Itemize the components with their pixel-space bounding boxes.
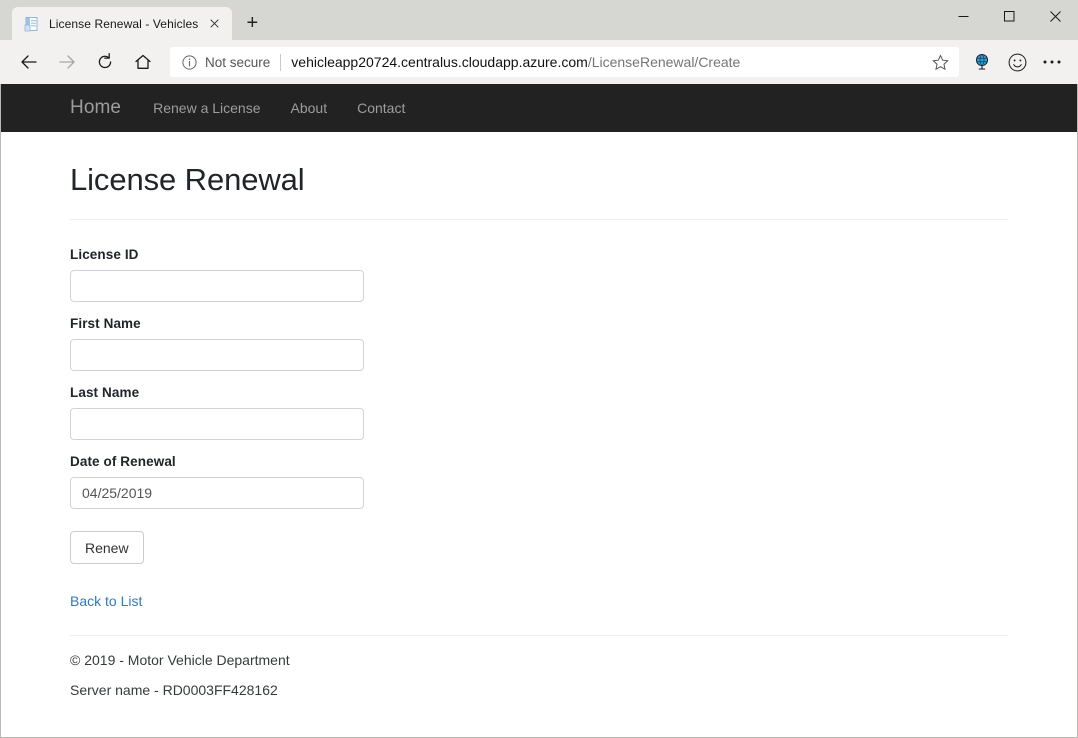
home-icon[interactable] [126,45,160,79]
tab-strip: License Renewal - Vehicles + [0,0,267,40]
page-title: License Renewal [70,162,1008,198]
footer-server-name: Server name - RD0003FF428162 [70,682,1008,698]
url-host: vehicleapp20724.centralus.cloudapp.azure… [291,54,588,70]
page-content: License Renewal License ID First Name La… [1,162,1077,698]
form-group-first-name: First Name [70,316,1008,371]
title-divider [70,219,1008,220]
sidebar-item-home[interactable]: Home [70,97,121,119]
security-status-label: Not secure [205,55,270,70]
date-of-renewal-input[interactable] [70,477,364,509]
close-icon[interactable] [204,14,224,34]
document-icon [24,16,40,32]
nav-link-renew-a-license[interactable]: Renew a License [153,100,260,116]
tab-title: License Renewal - Vehicles [49,17,198,31]
last-name-input[interactable] [70,408,364,440]
site-footer: © 2019 - Motor Vehicle Department Server… [70,636,1008,698]
browser-tab[interactable]: License Renewal - Vehicles [12,7,232,40]
forward-arrow-icon [50,45,84,79]
label-last-name: Last Name [70,385,1008,400]
omnibox-separator [280,54,281,71]
nav-link-contact[interactable]: Contact [357,100,405,116]
smiley-icon[interactable] [1001,46,1033,78]
star-icon[interactable] [925,48,955,76]
back-to-list-link[interactable]: Back to List [70,593,142,609]
browser-toolbar: Not secure vehicleapp20724.centralus.clo… [0,40,1078,84]
url-path: /LicenseRenewal/Create [588,54,741,70]
label-first-name: First Name [70,316,1008,331]
address-bar[interactable]: Not secure vehicleapp20724.centralus.clo… [170,47,959,77]
new-tab-button[interactable]: + [237,8,267,38]
globe-icon[interactable] [966,46,998,78]
maximize-icon[interactable] [986,0,1032,32]
form-group-license-id: License ID [70,247,1008,302]
info-circle-icon [180,53,198,71]
ellipsis-icon[interactable] [1036,46,1068,78]
window-controls [940,0,1078,32]
title-bar: License Renewal - Vehicles + [0,0,1078,40]
form-group-date-of-renewal: Date of Renewal [70,454,1008,509]
first-name-input[interactable] [70,339,364,371]
navbar-links: Renew a License About Contact [153,100,405,116]
minimize-icon[interactable] [940,0,986,32]
form-group-last-name: Last Name [70,385,1008,440]
back-to-list-wrapper: Back to List [70,593,1008,611]
browser-window: License Renewal - Vehicles + [0,0,1078,738]
page-viewport: Home Renew a License About Contact Licen… [0,84,1078,738]
url-text: vehicleapp20724.centralus.cloudapp.azure… [291,54,925,70]
license-renewal-form: License ID First Name Last Name Date of … [70,247,1008,564]
back-arrow-icon[interactable] [12,45,46,79]
site-navbar: Home Renew a License About Contact [1,84,1077,132]
license-id-input[interactable] [70,270,364,302]
label-license-id: License ID [70,247,1008,262]
renew-button[interactable]: Renew [70,531,144,564]
window-close-icon[interactable] [1032,0,1078,32]
nav-link-about[interactable]: About [291,100,328,116]
refresh-icon[interactable] [88,45,122,79]
footer-copyright: © 2019 - Motor Vehicle Department [70,652,1008,668]
label-date-of-renewal: Date of Renewal [70,454,1008,469]
